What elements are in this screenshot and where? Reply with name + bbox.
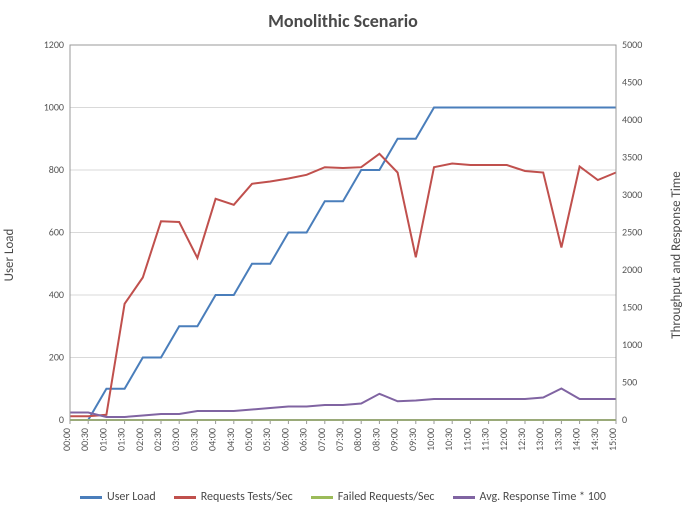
svg-text:07:00: 07:00 bbox=[315, 428, 328, 451]
svg-text:500: 500 bbox=[622, 376, 637, 389]
legend-item-failed: Failed Requests/Sec bbox=[311, 490, 435, 504]
svg-text:1200: 1200 bbox=[44, 38, 64, 51]
svg-text:3000: 3000 bbox=[622, 188, 642, 201]
svg-text:05:00: 05:00 bbox=[242, 428, 255, 451]
legend-swatch-icon bbox=[453, 496, 475, 499]
svg-text:800: 800 bbox=[49, 163, 64, 176]
legend-item-requests: Requests Tests/Sec bbox=[174, 490, 293, 504]
svg-text:12:30: 12:30 bbox=[515, 428, 528, 451]
svg-text:3500: 3500 bbox=[622, 151, 642, 164]
legend-label: Requests Tests/Sec bbox=[201, 490, 293, 504]
svg-text:11:00: 11:00 bbox=[460, 428, 473, 451]
svg-text:1500: 1500 bbox=[622, 301, 642, 314]
legend-swatch-icon bbox=[311, 496, 333, 499]
svg-text:01:00: 01:00 bbox=[96, 428, 109, 451]
series-line bbox=[70, 108, 616, 421]
svg-text:06:30: 06:30 bbox=[297, 428, 310, 451]
legend: User Load Requests Tests/Sec Failed Requ… bbox=[0, 490, 686, 504]
y1-axis-label: User Load bbox=[2, 229, 17, 282]
svg-text:01:30: 01:30 bbox=[115, 428, 128, 451]
svg-text:08:00: 08:00 bbox=[351, 428, 364, 451]
svg-text:14:30: 14:30 bbox=[588, 428, 601, 451]
svg-text:4000: 4000 bbox=[622, 113, 642, 126]
svg-text:5000: 5000 bbox=[622, 38, 642, 51]
legend-label: Failed Requests/Sec bbox=[338, 490, 435, 504]
svg-text:200: 200 bbox=[49, 351, 64, 364]
chart-title: Monolithic Scenario bbox=[0, 10, 686, 32]
svg-text:4500: 4500 bbox=[622, 76, 642, 89]
svg-text:10:00: 10:00 bbox=[424, 428, 437, 451]
svg-text:00:30: 00:30 bbox=[78, 428, 91, 451]
y2-axis-label: Throughput and Response Time bbox=[669, 171, 684, 338]
svg-text:1000: 1000 bbox=[44, 101, 64, 114]
svg-text:13:30: 13:30 bbox=[551, 428, 564, 451]
svg-text:09:00: 09:00 bbox=[388, 428, 401, 451]
svg-text:400: 400 bbox=[49, 288, 64, 301]
svg-text:600: 600 bbox=[49, 226, 64, 239]
chart-container: Monolithic Scenario User Load Throughput… bbox=[0, 0, 686, 510]
svg-text:06:00: 06:00 bbox=[278, 428, 291, 451]
svg-text:08:30: 08:30 bbox=[369, 428, 382, 451]
svg-text:04:30: 04:30 bbox=[224, 428, 237, 451]
svg-text:0: 0 bbox=[59, 413, 64, 426]
legend-item-userload: User Load bbox=[80, 490, 156, 504]
svg-text:05:30: 05:30 bbox=[260, 428, 273, 451]
svg-text:11:30: 11:30 bbox=[479, 428, 492, 451]
svg-text:12:00: 12:00 bbox=[497, 428, 510, 451]
svg-text:13:00: 13:00 bbox=[533, 428, 546, 451]
svg-text:14:00: 14:00 bbox=[570, 428, 583, 451]
legend-label: Avg. Response Time * 100 bbox=[480, 490, 606, 504]
svg-text:10:30: 10:30 bbox=[442, 428, 455, 451]
svg-text:09:30: 09:30 bbox=[406, 428, 419, 451]
legend-label: User Load bbox=[107, 490, 156, 504]
legend-item-resptime: Avg. Response Time * 100 bbox=[453, 490, 606, 504]
svg-text:2000: 2000 bbox=[622, 263, 642, 276]
series-line bbox=[70, 154, 616, 417]
svg-text:00:00: 00:00 bbox=[60, 428, 73, 451]
series-line bbox=[70, 389, 616, 418]
svg-text:07:30: 07:30 bbox=[333, 428, 346, 451]
svg-text:2500: 2500 bbox=[622, 226, 642, 239]
svg-text:04:00: 04:00 bbox=[206, 428, 219, 451]
svg-text:02:30: 02:30 bbox=[151, 428, 164, 451]
svg-text:03:00: 03:00 bbox=[169, 428, 182, 451]
chart-svg: 020040060080010001200 050010001500200025… bbox=[70, 45, 616, 420]
svg-text:03:30: 03:30 bbox=[187, 428, 200, 451]
svg-text:02:00: 02:00 bbox=[133, 428, 146, 451]
legend-swatch-icon bbox=[174, 496, 196, 499]
svg-text:1000: 1000 bbox=[622, 338, 642, 351]
svg-text:15:00: 15:00 bbox=[606, 428, 619, 451]
svg-text:0: 0 bbox=[622, 413, 627, 426]
legend-swatch-icon bbox=[80, 496, 102, 499]
plot-area: 020040060080010001200 050010001500200025… bbox=[70, 45, 616, 420]
